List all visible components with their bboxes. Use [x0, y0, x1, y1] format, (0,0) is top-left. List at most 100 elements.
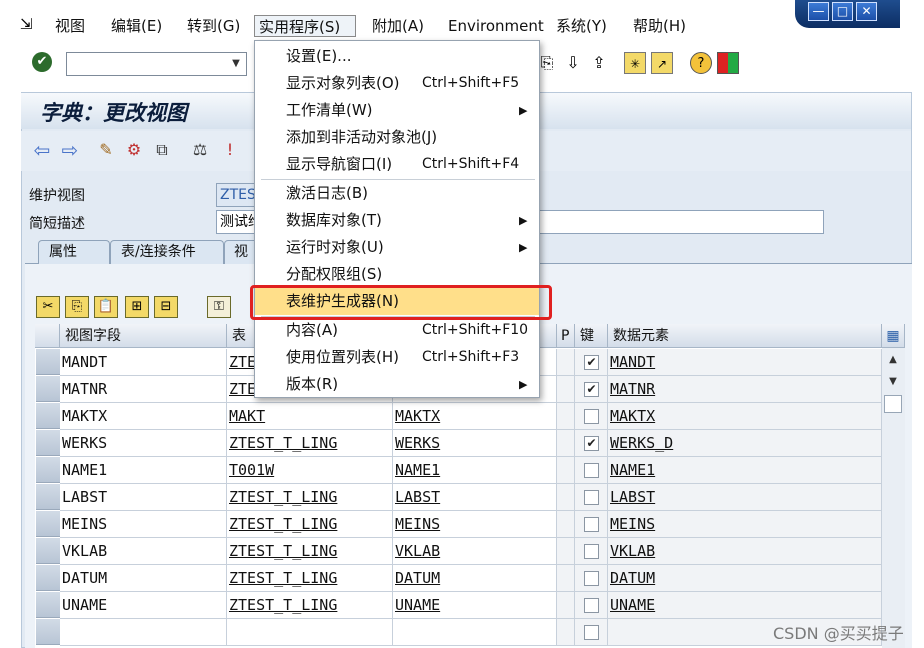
dropdown-item[interactable]: 激活日志(B) [255, 180, 539, 207]
row-selector[interactable] [36, 619, 60, 645]
key-checkbox[interactable] [584, 463, 599, 478]
cell-table[interactable]: T001W [227, 457, 393, 484]
dropdown-item[interactable]: 显示导航窗口(I) Ctrl+Shift+F4 [255, 151, 539, 178]
cell-table-field[interactable]: WERKS [393, 430, 557, 457]
dropdown-item[interactable]: 运行时对象(U) ▶ [255, 234, 539, 261]
menu-view[interactable]: 视图 [51, 15, 89, 37]
menu-environment[interactable]: Environment [444, 15, 548, 37]
cell-table[interactable]: ZTEST_T_LING [227, 511, 393, 538]
menu-system[interactable]: 系统(Y) [552, 15, 611, 37]
cell-p[interactable] [557, 403, 575, 430]
dropdown-item[interactable]: 添加到非活动对象池(J) [255, 124, 539, 151]
back-arrow-icon[interactable]: ⇦ [31, 139, 53, 161]
key-checkbox[interactable] [584, 517, 599, 532]
enter-check-icon[interactable]: ✔ [32, 52, 52, 72]
shortcut-icon[interactable]: ⇩ [562, 52, 584, 74]
generate-shortcut-icon[interactable]: ⇪ [588, 52, 610, 74]
cell-view-field[interactable]: MATNR [60, 376, 227, 403]
minimize-button[interactable]: — [808, 2, 829, 21]
cell-table-field[interactable]: NAME1 [393, 457, 557, 484]
chevron-down-icon[interactable]: ▼ [229, 55, 243, 73]
dropdown-item[interactable]: 分配权限组(S) [255, 261, 539, 288]
cut-icon[interactable]: ✂ [36, 296, 60, 318]
row-selector[interactable] [36, 565, 60, 591]
row-selector[interactable] [36, 430, 60, 456]
layout-menu-icon[interactable]: ✳ [624, 52, 646, 74]
active-inactive-icon[interactable]: ⚙ [123, 139, 145, 161]
command-field[interactable]: ▼ [66, 52, 247, 76]
other-object-icon[interactable]: ⧉ [151, 139, 173, 161]
cell-data-element[interactable]: WERKS_D [608, 430, 882, 457]
cell-data-element[interactable]: DATUM [608, 565, 882, 592]
key-checkbox[interactable] [584, 490, 599, 505]
key-checkbox[interactable] [584, 598, 599, 613]
cell-view-field[interactable]: MEINS [60, 511, 227, 538]
cell-p[interactable] [557, 538, 575, 565]
cell-p[interactable] [557, 619, 575, 646]
dropdown-item[interactable]: 设置(E)... [255, 43, 539, 70]
cell-data-element[interactable]: UNAME [608, 592, 882, 619]
key-checkbox[interactable]: ✔ [584, 382, 599, 397]
key-checkbox[interactable]: ✔ [584, 355, 599, 370]
cell-table-field[interactable]: UNAME [393, 592, 557, 619]
cell-data-element[interactable]: MANDT [608, 349, 882, 376]
dropdown-item[interactable]: 工作清单(W) ▶ [255, 97, 539, 124]
copy-icon[interactable]: ⎘ [65, 296, 89, 318]
cell-data-element[interactable]: VKLAB [608, 538, 882, 565]
menu-utilities[interactable]: 实用程序(S) [254, 15, 356, 37]
cell-view-field[interactable]: LABST [60, 484, 227, 511]
cell-view-field[interactable]: MAKTX [60, 403, 227, 430]
close-button[interactable]: ✕ [856, 2, 877, 21]
row-selector[interactable] [36, 376, 60, 402]
cell-data-element[interactable]: MATNR [608, 376, 882, 403]
cell-table[interactable]: ZTEST_T_LING [227, 484, 393, 511]
tab-attributes[interactable]: 属性 [38, 240, 110, 264]
cell-table-field[interactable] [393, 619, 557, 646]
scroll-down-icon[interactable]: ▼ [882, 372, 904, 392]
dropdown-item[interactable]: 使用位置列表(H) Ctrl+Shift+F3 [255, 344, 539, 371]
maximize-button[interactable]: □ [832, 2, 853, 21]
cell-view-field[interactable]: NAME1 [60, 457, 227, 484]
cell-view-field[interactable]: MANDT [60, 349, 227, 376]
cell-table[interactable] [227, 619, 393, 646]
key-checkbox[interactable] [584, 571, 599, 586]
row-selector[interactable] [36, 511, 60, 537]
cell-table[interactable]: ZTEST_T_LING [227, 565, 393, 592]
activate-icon[interactable]: ǃ [219, 139, 241, 161]
cell-p[interactable] [557, 565, 575, 592]
cell-data-element[interactable]: MEINS [608, 511, 882, 538]
dropdown-item[interactable]: 内容(A) Ctrl+Shift+F10 [255, 317, 539, 344]
cell-table-field[interactable]: VKLAB [393, 538, 557, 565]
insert-row-icon[interactable]: ⊞ [125, 296, 149, 318]
cell-p[interactable] [557, 349, 575, 376]
cell-data-element[interactable]: LABST [608, 484, 882, 511]
menu-edit[interactable]: 编辑(E) [107, 15, 166, 37]
row-selector[interactable] [36, 349, 60, 375]
scroll-thumb[interactable] [884, 395, 902, 413]
display-change-icon[interactable]: ✎ [95, 139, 117, 161]
cell-table-field[interactable]: MEINS [393, 511, 557, 538]
options-icon[interactable] [717, 52, 739, 74]
sap-menu-icon[interactable]: ⇲ [20, 15, 33, 33]
help-icon[interactable]: ? [690, 52, 712, 74]
cell-view-field[interactable]: WERKS [60, 430, 227, 457]
key-checkbox[interactable] [584, 544, 599, 559]
cell-table[interactable]: ZTEST_T_LING [227, 430, 393, 457]
cell-table[interactable]: MAKT [227, 403, 393, 430]
cell-table-field[interactable]: LABST [393, 484, 557, 511]
cell-table-field[interactable]: MAKTX [393, 403, 557, 430]
cell-view-field[interactable] [60, 619, 227, 646]
scroll-up-icon[interactable]: ▲ [882, 350, 904, 370]
row-selector[interactable] [36, 538, 60, 564]
check-icon[interactable]: ⚖ [189, 139, 211, 161]
cell-p[interactable] [557, 376, 575, 403]
cell-p[interactable] [557, 484, 575, 511]
cell-p[interactable] [557, 511, 575, 538]
cell-view-field[interactable]: VKLAB [60, 538, 227, 565]
dropdown-item[interactable]: 显示对象列表(O) Ctrl+Shift+F5 [255, 70, 539, 97]
cell-data-element[interactable]: NAME1 [608, 457, 882, 484]
cell-table-field[interactable]: DATUM [393, 565, 557, 592]
cell-view-field[interactable]: UNAME [60, 592, 227, 619]
cell-p[interactable] [557, 430, 575, 457]
key-checkbox[interactable] [584, 625, 599, 640]
